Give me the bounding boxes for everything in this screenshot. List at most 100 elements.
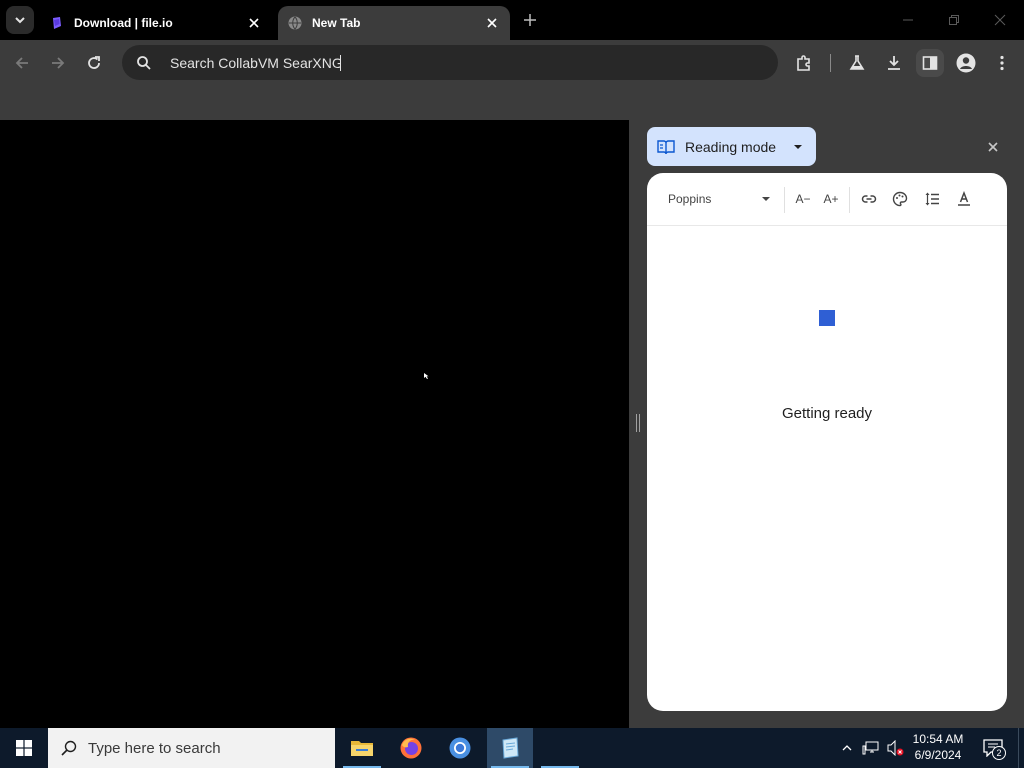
close-icon (988, 142, 998, 152)
link-icon (861, 195, 877, 203)
tab-title: New Tab (312, 16, 361, 30)
dropdown-arrow-icon (794, 144, 802, 149)
network-icon (862, 741, 879, 755)
back-button[interactable] (8, 49, 36, 77)
more-vertical-icon (1000, 55, 1004, 71)
puzzle-icon (797, 55, 810, 71)
close-side-panel-button[interactable] (983, 137, 1003, 157)
address-bar[interactable] (122, 45, 778, 80)
speaker-muted-icon (887, 740, 904, 756)
increase-font-button[interactable]: A+ (819, 187, 843, 211)
restore-icon (949, 15, 959, 25)
close-tab-icon[interactable] (246, 15, 262, 31)
start-button[interactable] (0, 728, 48, 768)
close-tab-icon[interactable] (484, 15, 500, 31)
globe-icon (288, 16, 302, 30)
browser-toolbar (0, 40, 1024, 86)
show-desktop-button[interactable] (1018, 728, 1024, 768)
text-format-icon (958, 191, 970, 206)
firefox-icon (400, 737, 422, 759)
reload-button[interactable] (80, 49, 108, 77)
flask-icon (849, 55, 865, 70)
toolbar-divider (849, 187, 850, 213)
close-icon (994, 14, 1006, 26)
reload-icon (88, 56, 100, 69)
tab-title: Download | file.io (74, 16, 173, 30)
tab-new-tab[interactable]: New Tab (278, 6, 510, 40)
reading-mode-status: Getting ready (781, 405, 873, 422)
search-icon (61, 740, 77, 756)
side-panel-selector-label: Reading mode (685, 138, 777, 155)
increase-font-label: A+ (823, 192, 839, 206)
links-toggle-button[interactable] (857, 187, 881, 211)
text-style-button[interactable] (952, 187, 976, 211)
profile-button[interactable] (952, 49, 980, 77)
minimize-icon (903, 19, 913, 21)
taskbar: 10:54 AM 6/9/2024 2 (0, 728, 1024, 768)
volume-button[interactable] (884, 728, 906, 768)
forward-button[interactable] (44, 49, 72, 77)
folder-icon (351, 741, 373, 756)
show-hidden-icons-button[interactable] (838, 728, 856, 768)
network-button[interactable] (860, 728, 882, 768)
tab-strip: Download | file.io New Tab (0, 0, 1024, 40)
taskbar-file-explorer[interactable] (339, 728, 385, 768)
search-icon (137, 55, 151, 70)
windows-logo-icon (16, 740, 32, 756)
downloads-button[interactable] (880, 49, 908, 77)
chevron-down-icon (15, 17, 25, 24)
extensions-button[interactable] (790, 49, 818, 77)
toolbar-divider (784, 187, 785, 213)
taskbar-clock[interactable]: 10:54 AM 6/9/2024 (906, 731, 970, 765)
decrease-font-button[interactable]: A− (791, 187, 815, 211)
arrow-right-icon (52, 57, 65, 69)
address-input[interactable] (170, 54, 340, 71)
mouse-cursor-icon (424, 373, 429, 379)
font-name: Poppins (668, 192, 712, 206)
decrease-font-label: A− (795, 192, 811, 206)
close-window-button[interactable] (986, 8, 1014, 32)
notification-count-badge: 2 (992, 746, 1006, 760)
reading-mode-toolbar: Poppins A− A+ (647, 173, 1007, 226)
toolbar-divider (830, 54, 831, 72)
avatar-icon (956, 53, 976, 73)
chevron-up-icon (842, 745, 852, 751)
download-icon (888, 56, 900, 70)
plus-icon (524, 14, 536, 26)
dropdown-arrow-icon (762, 197, 770, 201)
taskbar-firefox[interactable] (388, 728, 434, 768)
side-panel-button[interactable] (916, 49, 944, 77)
page-content[interactable] (0, 120, 629, 728)
taskbar-app-slot[interactable] (537, 728, 583, 768)
clock-date: 6/9/2024 (914, 748, 962, 762)
taskbar-search-input[interactable] (88, 739, 318, 757)
book-icon (657, 139, 675, 154)
notepad-icon (502, 737, 519, 759)
taskbar-search[interactable] (48, 728, 335, 768)
arrow-left-icon (15, 57, 28, 69)
new-tab-button[interactable] (518, 8, 542, 32)
labs-button[interactable] (843, 49, 871, 77)
chrome-icon (449, 737, 471, 759)
text-caret (340, 54, 341, 71)
tab-search-button[interactable] (6, 6, 34, 34)
taskbar-chrome[interactable] (437, 728, 483, 768)
menu-button[interactable] (988, 49, 1016, 77)
restore-button[interactable] (940, 8, 968, 32)
loading-spinner (819, 310, 835, 326)
side-panel-resize-handle[interactable] (635, 414, 641, 432)
minimize-button[interactable] (894, 8, 922, 32)
side-panel-icon (922, 56, 938, 70)
action-center-button[interactable]: 2 (980, 734, 1006, 762)
tab-download-file-io[interactable]: Download | file.io (40, 6, 272, 40)
line-spacing-icon (925, 192, 939, 206)
clock-time: 10:54 AM (912, 732, 964, 746)
taskbar-notepad[interactable] (487, 728, 533, 768)
file-io-icon (53, 17, 61, 29)
reading-mode-panel: Poppins A− A+ Getting ready (647, 173, 1007, 711)
palette-icon (892, 191, 908, 207)
font-dropdown[interactable]: Poppins (659, 187, 771, 211)
side-panel-selector[interactable]: Reading mode (647, 127, 816, 166)
line-spacing-button[interactable] (920, 187, 944, 211)
color-theme-button[interactable] (888, 187, 912, 211)
